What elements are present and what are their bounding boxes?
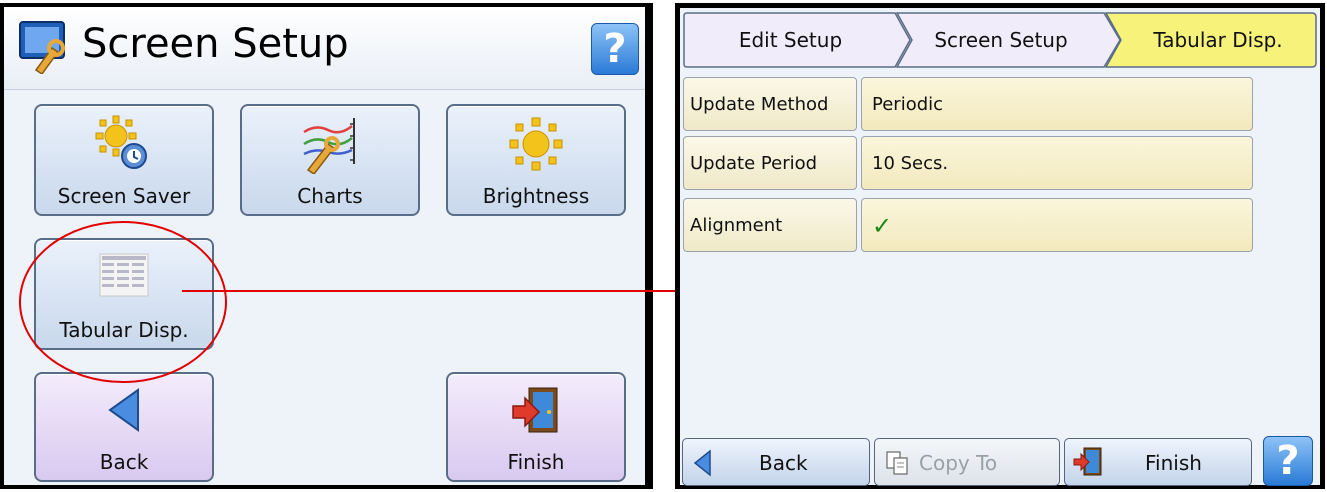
- tabular-display-window: Edit Setup Screen Setup Tabular Disp. Up…: [675, 3, 1325, 489]
- screen-saver-label: Screen Saver: [57, 184, 191, 208]
- finish-door-icon: [512, 387, 558, 433]
- breadcrumb-tabular-display[interactable]: Tabular Disp.: [1105, 12, 1317, 68]
- finish-door-icon: [1073, 447, 1102, 476]
- charts-label: Charts: [297, 184, 363, 208]
- back-arrow-icon: [108, 388, 139, 432]
- alignment-label: Alignment: [683, 198, 857, 252]
- screen-saver-button[interactable]: Screen Saver: [34, 104, 214, 216]
- brightness-button[interactable]: Brightness: [446, 104, 626, 216]
- help-button[interactable]: ?: [1263, 436, 1313, 486]
- breadcrumb: Edit Setup Screen Setup Tabular Disp.: [680, 8, 1320, 72]
- brightness-icon: [509, 117, 563, 171]
- finish-button[interactable]: Finish: [446, 372, 626, 482]
- screen-setup-window: Screen Setup ? Screen Saver Charts Brigh…: [0, 3, 653, 489]
- back-button[interactable]: Back: [34, 372, 214, 482]
- tabular-display-button[interactable]: Tabular Disp.: [34, 238, 214, 350]
- screen-setup-header: Screen Setup ?: [4, 7, 645, 90]
- copy-icon: [886, 451, 908, 475]
- charts-icon: [303, 118, 355, 174]
- update-period-label: Update Period: [683, 136, 857, 190]
- tabular-display-icon: [99, 253, 149, 297]
- brightness-label: Brightness: [482, 184, 590, 208]
- screen-setup-body: Screen Setup ? Screen Saver Charts Brigh…: [4, 7, 645, 485]
- screen-saver-icon: [95, 115, 147, 169]
- tabular-display-label: Tabular Disp.: [59, 318, 189, 342]
- breadcrumb-edit-setup[interactable]: Edit Setup: [683, 12, 911, 68]
- back-label: Back: [99, 450, 149, 474]
- alignment-value[interactable]: ✓: [861, 198, 1253, 252]
- update-period-value[interactable]: 10 Secs.: [861, 136, 1253, 190]
- finish-label: Finish: [507, 450, 565, 474]
- screen-setup-app-icon: [19, 21, 65, 74]
- back-button[interactable]: Back: [682, 438, 870, 486]
- tabular-display-body: Edit Setup Screen Setup Tabular Disp. Up…: [680, 8, 1320, 486]
- update-method-value[interactable]: Periodic: [861, 77, 1253, 131]
- update-method-label: Update Method: [683, 77, 857, 131]
- charts-button[interactable]: Charts: [240, 104, 420, 216]
- copy-to-button[interactable]: Copy To: [874, 438, 1060, 486]
- breadcrumb-screen-setup[interactable]: Screen Setup: [896, 12, 1121, 68]
- back-arrow-icon: [693, 449, 711, 477]
- finish-button[interactable]: Finish: [1064, 438, 1252, 486]
- page-title: Screen Setup: [82, 21, 349, 67]
- check-icon: ✓: [872, 212, 893, 240]
- help-button[interactable]: ?: [591, 23, 639, 75]
